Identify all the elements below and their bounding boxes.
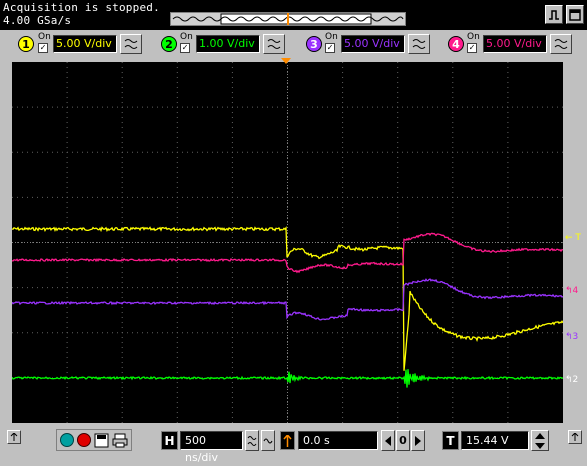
run-controls	[56, 429, 132, 451]
left-arrow-icon	[385, 435, 391, 446]
delay-reference-button[interactable]	[280, 431, 295, 450]
channel-4-ground-marker[interactable]: ↰4	[565, 287, 578, 296]
channel-1-badge[interactable]: 1	[18, 36, 34, 52]
channel-3-badge[interactable]: 3	[306, 36, 322, 52]
horizontal-label: H	[161, 431, 178, 450]
waveform-display[interactable]	[11, 62, 564, 423]
channel-1-on-checkbox[interactable]: ✓	[38, 43, 48, 53]
fullscreen-button[interactable]	[566, 5, 584, 24]
trigger-level-spinner[interactable]	[531, 430, 549, 451]
scroll-up-right-button[interactable]	[568, 430, 582, 444]
channel-4-scale[interactable]: 5.00 V/div	[483, 35, 547, 53]
spinner-icon	[267, 39, 281, 49]
spinner-icon	[124, 39, 138, 49]
scroll-up-button[interactable]	[7, 430, 21, 444]
channel-row: 1 On ✓ 5.00 V/div 2 On ✓ 1.00 V/div 3 On…	[0, 30, 587, 58]
status-bar: Acquisition is stopped. 4.00 GSa/s	[0, 0, 587, 30]
channel-3-on-label: On	[325, 32, 338, 42]
pointer-up-icon	[571, 433, 579, 441]
channel-4-badge[interactable]: 4	[448, 36, 464, 52]
overview-waveform	[172, 13, 404, 25]
spinner-icon	[263, 438, 273, 443]
pointer-up-icon	[10, 433, 18, 441]
right-arrow-icon	[415, 435, 421, 446]
single-trace-icon	[549, 9, 559, 20]
run-icon[interactable]	[60, 433, 74, 447]
fullscreen-icon	[569, 8, 581, 21]
up-down-arrow-icon	[535, 432, 545, 449]
acquisition-status: Acquisition is stopped.	[3, 1, 160, 14]
channel-4-on-checkbox[interactable]: ✓	[467, 43, 477, 53]
trigger-level-field[interactable]: 15.44 V	[461, 431, 529, 450]
trigger-position-marker[interactable]	[281, 58, 291, 64]
channel-4-on-label: On	[467, 32, 480, 42]
spinner-icon	[247, 435, 257, 446]
delay-right-button[interactable]	[411, 430, 425, 451]
timebase-fine-spinner[interactable]	[261, 430, 275, 451]
print-icon[interactable]	[112, 433, 128, 448]
channel-2-scale-spinner[interactable]	[263, 34, 285, 54]
single-trace-button[interactable]	[545, 5, 563, 24]
trigger-arrow-icon	[283, 434, 292, 447]
graticule	[11, 62, 564, 423]
channel-2-ground-marker[interactable]: ↰2	[565, 376, 578, 385]
stop-icon[interactable]	[77, 433, 91, 447]
channel-2-on-checkbox[interactable]: ✓	[180, 43, 190, 53]
channel-3-scale-spinner[interactable]	[408, 34, 430, 54]
delay-field[interactable]: 0.0 s	[298, 431, 378, 450]
channel-3-scale[interactable]: 5.00 V/div	[341, 35, 405, 53]
channel-3-on-checkbox[interactable]: ✓	[325, 43, 335, 53]
timebase-field[interactable]: 500 ns/div	[180, 431, 243, 464]
delay-zero-button[interactable]: 0	[396, 430, 410, 451]
trigger-label: T	[442, 431, 459, 450]
spinner-icon	[412, 39, 426, 49]
channel-1-scale[interactable]: 5.00 V/div	[53, 35, 117, 53]
channel-1-on-label: On	[38, 32, 51, 42]
channel-2-on-label: On	[180, 32, 193, 42]
channel-2-scale[interactable]: 1.00 V/div	[196, 35, 260, 53]
sample-rate: 4.00 GSa/s	[3, 14, 72, 27]
channel-3-ground-marker[interactable]: ↰3	[565, 333, 578, 342]
channel-4-scale-spinner[interactable]	[550, 34, 572, 54]
spinner-icon	[554, 39, 568, 49]
trigger-level-marker[interactable]: ← T	[565, 234, 581, 243]
timebase-spinner[interactable]	[245, 430, 259, 451]
memory-overview[interactable]	[170, 12, 406, 26]
delay-left-button[interactable]	[381, 430, 395, 451]
channel-1-scale-spinner[interactable]	[120, 34, 142, 54]
disk-icon[interactable]	[94, 433, 109, 448]
channel-2-badge[interactable]: 2	[161, 36, 177, 52]
control-bar: H 500 ns/div 0.0 s 0 T 15.44 V	[0, 424, 587, 464]
